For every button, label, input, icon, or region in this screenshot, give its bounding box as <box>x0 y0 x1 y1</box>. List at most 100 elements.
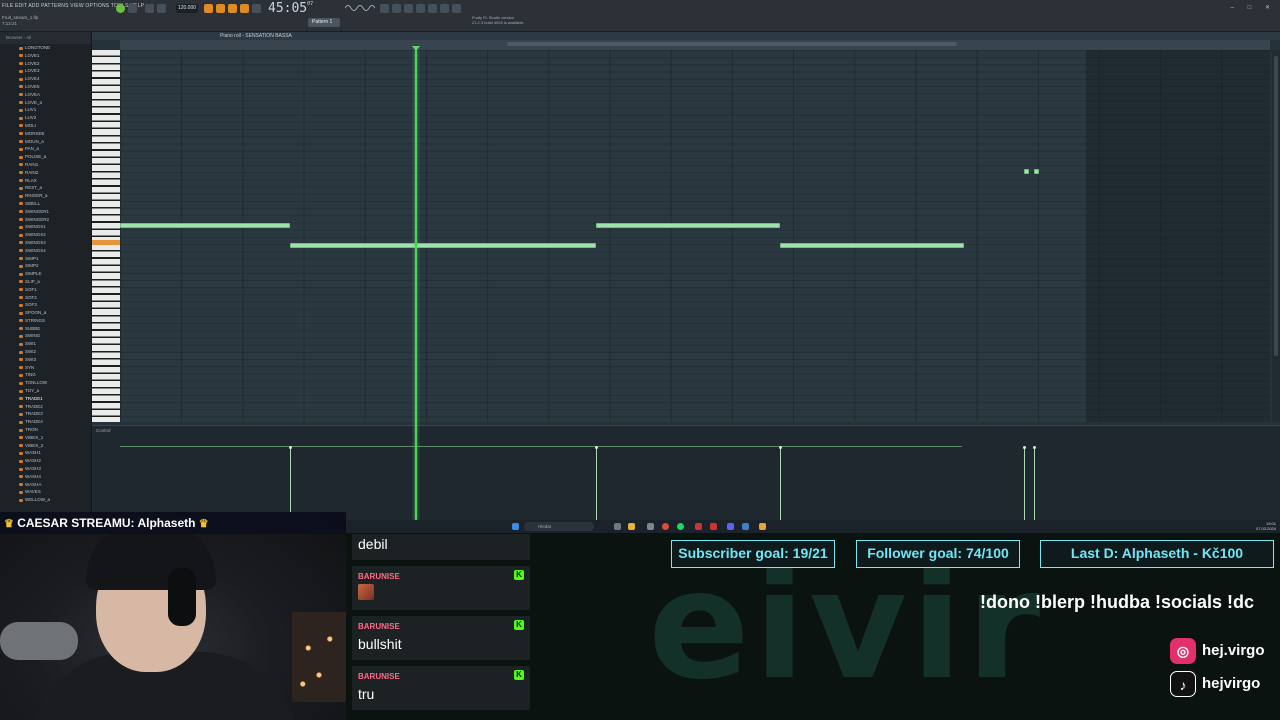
task-view-icon[interactable] <box>614 523 621 530</box>
browser-item[interactable]: SIBELL <box>0 200 91 208</box>
note[interactable] <box>290 243 596 248</box>
browser-item[interactable]: MOUN_a <box>0 138 91 146</box>
plugin-picker-icon[interactable] <box>440 4 449 13</box>
velocity-stem[interactable] <box>595 446 598 521</box>
browser-header[interactable]: Browser - All <box>0 32 91 44</box>
loop-record-icon[interactable] <box>240 4 249 13</box>
piano-keys[interactable] <box>92 50 120 422</box>
browser-item[interactable]: LOVE3 <box>0 67 91 75</box>
file-explorer-icon[interactable] <box>628 523 635 530</box>
browser-item[interactable]: STRINGS <box>0 317 91 325</box>
note[interactable] <box>780 243 964 248</box>
browser-item[interactable]: WASH3 <box>0 465 91 473</box>
browser-item[interactable]: SIMPLE <box>0 270 91 278</box>
browser-item[interactable]: SYN <box>0 364 91 372</box>
app-icon[interactable] <box>695 523 702 530</box>
browser-item[interactable]: MOLI <box>0 122 91 130</box>
pattern-selector[interactable]: Pattern 1 <box>308 18 340 27</box>
note[interactable] <box>596 223 780 228</box>
browser-item[interactable]: LUV1 <box>0 106 91 114</box>
stop-button[interactable] <box>157 4 166 13</box>
metronome-icon[interactable] <box>204 4 213 13</box>
browser-item[interactable]: LOVEA <box>0 91 91 99</box>
browser-item[interactable]: WASH4 <box>0 473 91 481</box>
browser-item[interactable]: RINGER_a <box>0 192 91 200</box>
countdown-icon[interactable] <box>228 4 237 13</box>
browser-item[interactable]: REST_a <box>0 184 91 192</box>
browser-item[interactable]: TRADE1 <box>0 395 91 403</box>
record-icon[interactable] <box>116 4 125 13</box>
app-icon[interactable] <box>710 523 717 530</box>
browser-item[interactable]: RLAX <box>0 177 91 185</box>
browser-item[interactable]: WASH2 <box>0 457 91 465</box>
window-controls[interactable]: – □ ✕ <box>1231 4 1276 11</box>
browser-item[interactable]: VIBES_2 <box>0 442 91 450</box>
browser-item[interactable]: TRON <box>0 426 91 434</box>
browser-item[interactable]: POLISE_a <box>0 153 91 161</box>
browser-item[interactable]: SWINGER1 <box>0 208 91 216</box>
song-position[interactable]: 45:0507 <box>268 1 313 16</box>
news-panel[interactable]: Fruity FL Studio version 21.2.3 build 40… <box>472 15 524 25</box>
browser-item[interactable]: SOF3 <box>0 301 91 309</box>
start-icon[interactable] <box>512 523 519 530</box>
browser-item[interactable]: WAVES <box>0 488 91 496</box>
note[interactable] <box>1034 169 1039 174</box>
browser-item[interactable]: TRADE4 <box>0 418 91 426</box>
browser-item[interactable]: TONLLOW <box>0 379 91 387</box>
velocity-stem[interactable] <box>1023 446 1026 521</box>
wait-input-icon[interactable] <box>216 4 225 13</box>
browser-item[interactable]: SWI2 <box>0 348 91 356</box>
browser-item[interactable]: SLIP_a <box>0 278 91 286</box>
browser-item[interactable]: WASH1 <box>0 449 91 457</box>
step-edit-icon[interactable] <box>252 4 261 13</box>
browser-item[interactable]: LOVE1 <box>0 52 91 60</box>
browser-item[interactable]: SUBBE <box>0 325 91 333</box>
browser-item[interactable]: SWINGS2 <box>0 231 91 239</box>
mixer-icon[interactable] <box>380 4 389 13</box>
browser-item[interactable]: VIBES_1 <box>0 434 91 442</box>
browser-item[interactable]: SIMP2 <box>0 262 91 270</box>
browser-item[interactable]: RAIN1 <box>0 161 91 169</box>
browser-item[interactable]: WELLOW_a <box>0 496 91 504</box>
pattern-song-toggle[interactable] <box>128 4 137 13</box>
spotify-icon[interactable] <box>677 523 684 530</box>
browser-item[interactable]: LOVE5 <box>0 83 91 91</box>
app-icon[interactable] <box>742 523 749 530</box>
scroll-thumb[interactable] <box>1274 56 1278 356</box>
velocity-stem[interactable] <box>779 446 782 521</box>
browser-item[interactable]: SOF1 <box>0 286 91 294</box>
browser-item[interactable]: MORSEE <box>0 130 91 138</box>
browser-icon[interactable] <box>428 4 437 13</box>
control-lane[interactable]: Control <box>92 425 1280 521</box>
browser-item[interactable]: SWINGS3 <box>0 239 91 247</box>
browser-item[interactable]: SWI3 <box>0 356 91 364</box>
browser-item[interactable]: LOVE_a <box>0 99 91 107</box>
browser-item[interactable]: SWI1 <box>0 340 91 348</box>
discord-icon[interactable] <box>727 523 734 530</box>
browser-item[interactable]: SWINGS1 <box>0 223 91 231</box>
browser-item[interactable]: SWINGS4 <box>0 247 91 255</box>
app-icon[interactable] <box>647 523 654 530</box>
playhead[interactable] <box>415 50 417 520</box>
browser-app-icon[interactable] <box>662 523 669 530</box>
cpu-icon[interactable] <box>452 4 461 13</box>
velocity-stem[interactable] <box>289 446 292 521</box>
browser-item[interactable]: PAN_a <box>0 145 91 153</box>
tempo-display[interactable]: 120.000 <box>176 4 198 13</box>
browser-item[interactable]: TOY_a <box>0 387 91 395</box>
browser-item[interactable]: WASHA <box>0 481 91 489</box>
browser-item[interactable]: LUV2 <box>0 114 91 122</box>
browser-item[interactable]: LOVE4 <box>0 75 91 83</box>
browser-item[interactable]: TRADE2 <box>0 403 91 411</box>
channel-rack-icon[interactable] <box>392 4 401 13</box>
vertical-scrollbar[interactable] <box>1272 50 1280 422</box>
browser-item[interactable]: TING <box>0 371 91 379</box>
browser-item[interactable]: SWINGER2 <box>0 216 91 224</box>
browser-item[interactable]: TRADE3 <box>0 410 91 418</box>
velocity-stem[interactable] <box>1033 446 1036 521</box>
browser-item[interactable]: SIMP1 <box>0 255 91 263</box>
browser-item[interactable]: SPOON_a <box>0 309 91 317</box>
playlist-icon[interactable] <box>416 4 425 13</box>
play-button[interactable] <box>145 4 154 13</box>
piano-roll-icon[interactable] <box>404 4 413 13</box>
